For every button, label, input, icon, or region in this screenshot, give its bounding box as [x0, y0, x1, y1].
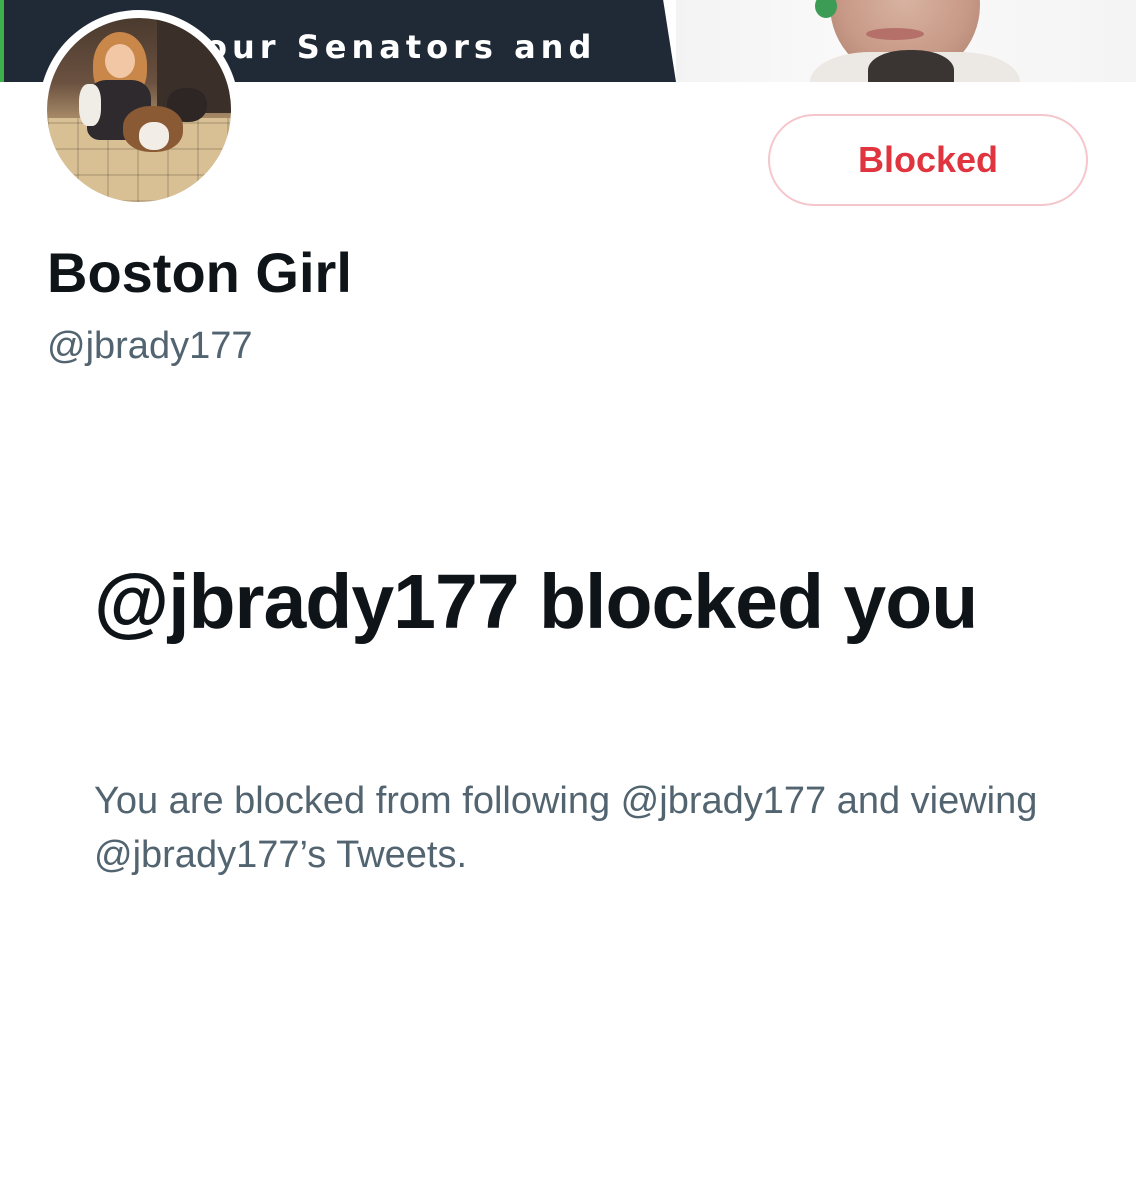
profile-display-name: Boston Girl: [47, 241, 352, 304]
profile-handle: @jbrady177: [47, 325, 253, 367]
avatar-photo-face: [105, 44, 135, 78]
avatar-photo-dog-chest: [139, 122, 169, 150]
blocked-notice-title: @jbrady177 blocked you: [94, 559, 978, 645]
blocked-button[interactable]: Blocked: [768, 114, 1088, 206]
profile-avatar[interactable]: [39, 10, 239, 210]
avatar-photo-arm: [79, 84, 101, 126]
banner-photo-garment: [868, 50, 954, 82]
blocked-notice-description: You are blocked from following @jbrady17…: [94, 780, 1038, 876]
banner-photo-detail: [866, 28, 924, 40]
banner-text: our Senators and: [205, 28, 597, 66]
profile-page: our Senators and Blocked Boston Girl @jb…: [0, 0, 1136, 1200]
avatar-photo: [47, 18, 231, 202]
banner-accent-edge: [0, 0, 4, 82]
